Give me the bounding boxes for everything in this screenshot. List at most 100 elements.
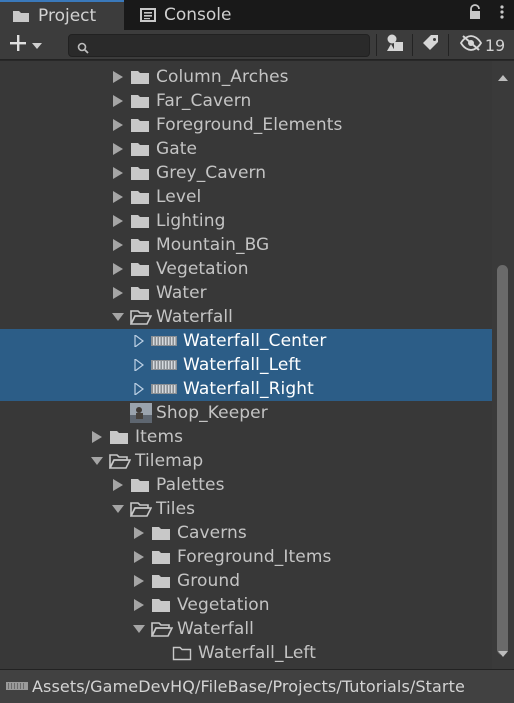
collapsed-arrow-icon[interactable] [133, 334, 145, 348]
sprite-icon [151, 381, 179, 397]
tree-folder-row[interactable]: Grey_Cavern [0, 161, 492, 185]
tree-folder-row[interactable]: Vegetation [0, 257, 492, 281]
collapsed-arrow-icon[interactable] [112, 478, 124, 492]
collapsed-arrow-icon[interactable] [91, 430, 103, 444]
tree-folder-row[interactable]: Gate [0, 137, 492, 161]
hidden-count: 19 [484, 35, 506, 55]
texture-thumbnail-icon [130, 403, 152, 423]
collapsed-arrow-icon[interactable] [112, 70, 124, 84]
collapsed-arrow-icon[interactable] [112, 190, 124, 204]
tree-asset-row[interactable]: Waterfall_Right [0, 377, 492, 401]
folder-icon [130, 285, 152, 301]
expanded-arrow-icon[interactable] [112, 502, 124, 516]
collapsed-arrow-icon[interactable] [112, 262, 124, 276]
collapsed-arrow-icon[interactable] [112, 94, 124, 108]
folder-open-icon [109, 453, 131, 469]
expanded-arrow-icon[interactable] [133, 622, 145, 636]
folder-icon [109, 429, 131, 445]
folder-open-icon [151, 621, 173, 637]
folder-icon [151, 597, 173, 613]
scroll-down-icon[interactable] [498, 643, 508, 663]
tree-item-label: Grey_Cavern [156, 163, 267, 183]
tree-item-label: Vegetation [156, 259, 249, 279]
tree-folder-row[interactable]: Waterfall_Left [0, 641, 492, 665]
tab-console[interactable]: Console [136, 0, 256, 30]
tree-folder-row[interactable]: Lighting [0, 209, 492, 233]
expanded-arrow-icon[interactable] [112, 310, 124, 324]
filter-by-label-button[interactable] [416, 33, 446, 57]
tree-item-label: Waterfall_Right [183, 379, 314, 399]
tab-project-label: Project [38, 6, 97, 26]
scrollbar-thumb[interactable] [497, 265, 508, 655]
tree-item-label: Far_Cavern [156, 91, 252, 111]
collapsed-arrow-icon[interactable] [133, 574, 145, 588]
tree-folder-row[interactable]: Far_Cavern [0, 89, 492, 113]
folder-icon [130, 477, 152, 493]
folder-icon [130, 141, 152, 157]
empty-folder-icon [172, 645, 194, 661]
tree-item-label: Caverns [177, 523, 247, 543]
tree-asset-row[interactable]: Waterfall_Left [0, 353, 492, 377]
collapsed-arrow-icon[interactable] [133, 526, 145, 540]
no-expander [112, 406, 124, 420]
collapsed-arrow-icon[interactable] [133, 358, 145, 372]
search-icon [77, 39, 89, 59]
toolbar-divider [448, 34, 449, 56]
tree-folder-row[interactable]: Tilemap [0, 449, 492, 473]
collapsed-arrow-icon[interactable] [133, 550, 145, 564]
collapsed-arrow-icon[interactable] [133, 598, 145, 612]
folder-icon [130, 237, 152, 253]
tree-item-label: Waterfall_Center [183, 331, 327, 351]
search-input[interactable] [68, 34, 370, 57]
tree-item-label: Waterfall [156, 307, 234, 327]
tab-project[interactable]: Project [0, 0, 124, 30]
sprite-icon [151, 333, 179, 349]
tree-folder-row[interactable]: Foreground_Items [0, 545, 492, 569]
folder-icon [130, 93, 152, 109]
tab-bar: Project Console [0, 0, 514, 30]
tree-folder-row[interactable]: Level [0, 185, 492, 209]
tree-item-label: Shop_Keeper [156, 403, 268, 423]
collapsed-arrow-icon[interactable] [112, 286, 124, 300]
tree-folder-row[interactable]: Waterfall [0, 617, 492, 641]
filter-by-type-button[interactable] [380, 33, 410, 57]
tree-item-label: Palettes [156, 475, 225, 495]
folder-icon [130, 69, 152, 85]
tree-folder-row[interactable]: Palettes [0, 473, 492, 497]
asset-path-icon [6, 677, 28, 697]
collapsed-arrow-icon[interactable] [112, 166, 124, 180]
scroll-up-icon[interactable] [498, 67, 508, 87]
vertical-scrollbar[interactable] [492, 61, 514, 669]
tree-folder-row[interactable]: Waterfall [0, 305, 492, 329]
tree-folder-row[interactable]: Ground [0, 569, 492, 593]
add-asset-button[interactable] [8, 33, 52, 57]
tree-item-label: Waterfall_Left [198, 643, 316, 663]
no-expander [154, 646, 166, 660]
project-tree: Column_Arches Far_Cavern Foreground_Elemen… [0, 61, 492, 669]
tree-item-label: Tilemap [135, 451, 204, 471]
tree-asset-row[interactable]: Shop_Keeper [0, 401, 492, 425]
tree-folder-row[interactable]: Column_Arches [0, 65, 492, 89]
collapsed-arrow-icon[interactable] [112, 118, 124, 132]
tree-folder-row[interactable]: Tiles [0, 497, 492, 521]
kebab-menu-icon[interactable] [500, 4, 504, 25]
collapsed-arrow-icon[interactable] [112, 214, 124, 228]
toggle-hidden-packages-button[interactable]: 19 [456, 33, 508, 57]
tree-folder-row[interactable]: Foreground_Elements [0, 113, 492, 137]
collapsed-arrow-icon[interactable] [133, 382, 145, 396]
tree-folder-row[interactable]: Water [0, 281, 492, 305]
lock-icon[interactable] [468, 4, 482, 25]
tree-folder-row[interactable]: Vegetation [0, 593, 492, 617]
tree-folder-row[interactable]: Items [0, 425, 492, 449]
tree-item-label: Lighting [156, 211, 226, 231]
collapsed-arrow-icon[interactable] [112, 142, 124, 156]
tree-item-label: Level [156, 187, 202, 207]
collapsed-arrow-icon[interactable] [112, 238, 124, 252]
tree-folder-row[interactable]: Mountain_BG [0, 233, 492, 257]
shapes-icon [385, 33, 405, 58]
tree-folder-row[interactable]: Caverns [0, 521, 492, 545]
folder-icon [130, 261, 152, 277]
expanded-arrow-icon[interactable] [91, 454, 103, 468]
tree-asset-row[interactable]: Waterfall_Center [0, 329, 492, 353]
sprite-icon [151, 357, 179, 373]
